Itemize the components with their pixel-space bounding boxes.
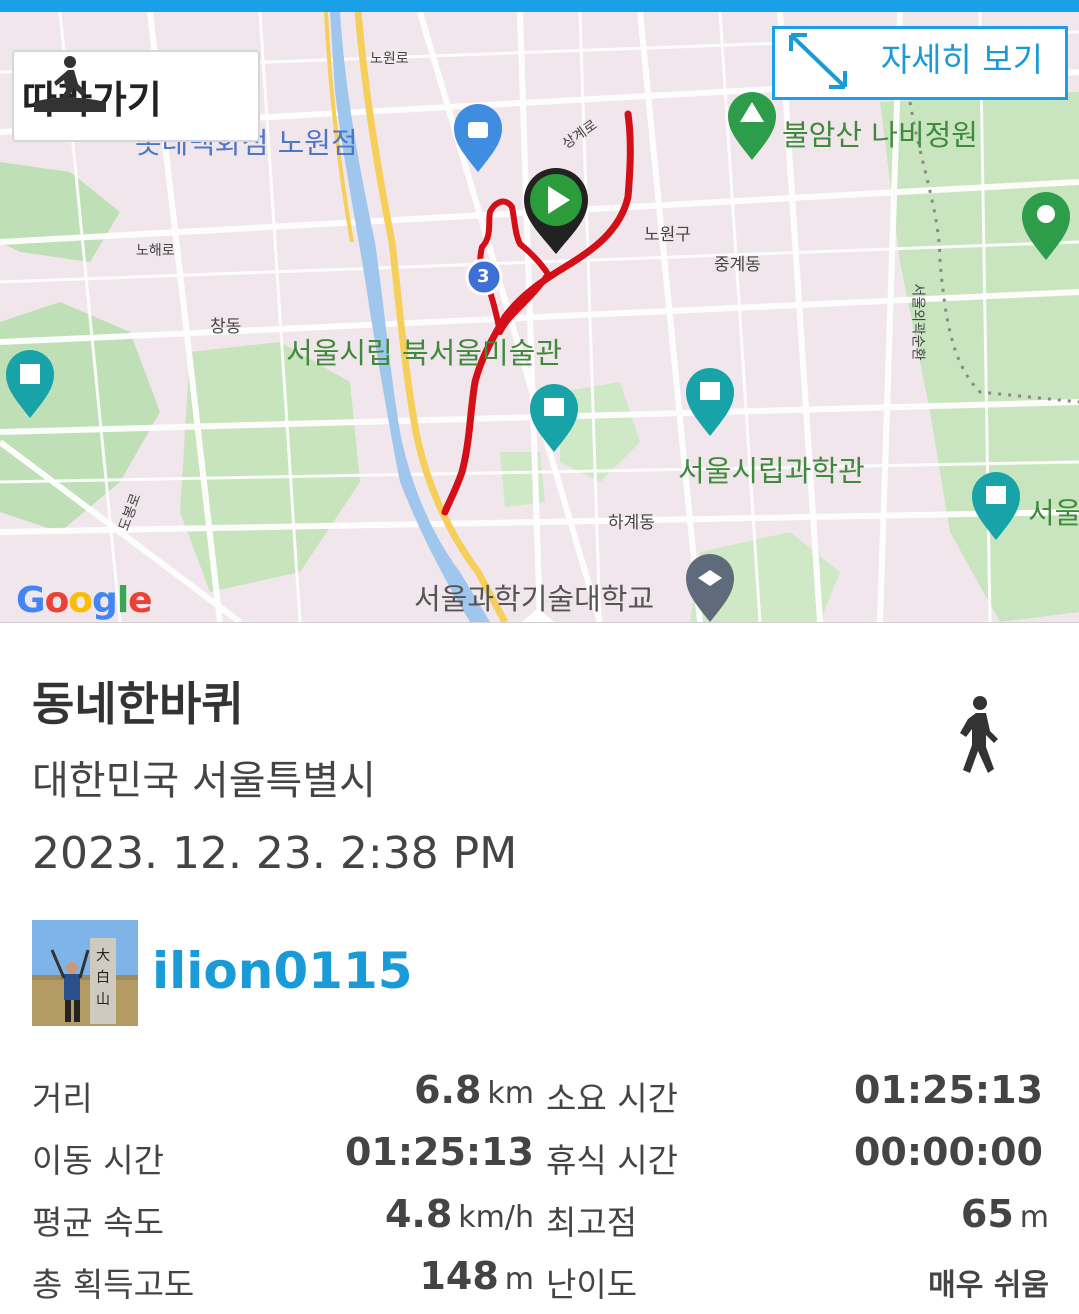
track-datetime: 2023. 12. 23. 2:38 PM	[32, 828, 518, 879]
track-title: 동네한바퀴	[32, 677, 244, 731]
stats-table: 거리 6.8 km 소요 시간 01:25:13 이동 시간 01:25:13 휴…	[0, 1066, 1079, 1314]
max-elevation-unit: m	[1019, 1200, 1049, 1235]
avg-speed-value: 4.8 km/h	[385, 1192, 534, 1236]
map-label-nowon-ro: 노원로	[370, 51, 409, 67]
distance-value: 6.8 km	[414, 1068, 534, 1112]
moving-time-label: 이동 시간	[32, 1141, 164, 1180]
route-map[interactable]: 롯데백화점 노원점 불암산 나비정원 서울시립 북서울미술관 서울시립과학관 서…	[0, 12, 1079, 622]
user-avatar[interactable]: 大 白 山	[32, 920, 138, 1026]
total-ascent-value: 148 m	[419, 1254, 534, 1298]
max-elevation-label: 최고점	[546, 1203, 638, 1242]
stats-row-1: 거리 6.8 km 소요 시간 01:25:13	[0, 1066, 1079, 1128]
map-label-nowon-gu: 노원구	[644, 225, 691, 245]
stats-row-2: 이동 시간 01:25:13 휴식 시간 00:00:00	[0, 1128, 1079, 1190]
map-label-seoul-right: 서울	[1028, 496, 1079, 530]
map-label-science-museum: 서울시립과학관	[678, 454, 865, 488]
difficulty-label: 난이도	[546, 1265, 638, 1304]
detail-view-button[interactable]: 자세히 보기	[772, 26, 1068, 100]
rest-time-value: 00:00:00	[853, 1130, 1043, 1174]
map-pointer-notch	[522, 608, 554, 622]
avatar-photo: 大 白 山	[32, 920, 138, 1026]
follow-button[interactable]: 따라가기	[12, 50, 260, 142]
map-label-arboretum: 불암산 나비정원	[782, 118, 978, 152]
map-label-changdong: 창동	[210, 317, 242, 337]
map-divider	[0, 622, 1079, 623]
distance-unit: km	[487, 1076, 534, 1111]
route-badge-number: 3	[477, 266, 490, 287]
total-ascent-label: 총 획득고도	[32, 1265, 195, 1304]
svg-text:大: 大	[96, 948, 110, 964]
svg-text:白: 白	[96, 970, 110, 986]
avg-speed-unit: km/h	[458, 1200, 534, 1235]
top-progress-bar	[0, 0, 1079, 12]
difficulty-value: 매우 쉬움	[928, 1268, 1049, 1303]
google-logo: Google	[16, 580, 153, 621]
map-label-nohae-ro: 노해로	[136, 243, 175, 259]
track-region: 대한민국 서울특별시	[32, 758, 376, 804]
max-elevation-value: 65 m	[961, 1192, 1049, 1236]
svg-text:山: 山	[96, 992, 110, 1008]
map-label-seoulwe: 서울외곽순환	[909, 283, 926, 361]
map-label-hagye: 하계동	[608, 513, 655, 533]
total-ascent-unit: m	[504, 1262, 534, 1297]
stats-row-3: 평균 속도 4.8 km/h 최고점 65 m	[0, 1190, 1079, 1252]
max-elevation-number: 65	[960, 1192, 1014, 1236]
distance-number: 6.8	[414, 1068, 482, 1112]
follow-hiker-icon	[34, 56, 106, 112]
total-ascent-number: 148	[419, 1254, 499, 1298]
expand-icon	[789, 33, 847, 89]
duration-label: 소요 시간	[546, 1079, 678, 1118]
duration-value: 01:25:13	[853, 1068, 1043, 1112]
rest-time-label: 휴식 시간	[546, 1141, 678, 1180]
stats-row-4: 총 획득고도 148 m 난이도 매우 쉬움	[0, 1252, 1079, 1314]
walking-person-icon	[960, 696, 998, 773]
distance-label: 거리	[32, 1079, 93, 1118]
moving-time-value: 01:25:13	[344, 1130, 534, 1174]
map-label-museum: 서울시립 북서울미술관	[286, 336, 563, 370]
avg-speed-number: 4.8	[384, 1192, 453, 1236]
username-link[interactable]: ilion0115	[152, 942, 413, 1000]
map-label-junggye: 중계동	[714, 255, 761, 275]
detail-view-label: 자세히 보기	[880, 40, 1043, 79]
avg-speed-label: 평균 속도	[32, 1203, 164, 1242]
